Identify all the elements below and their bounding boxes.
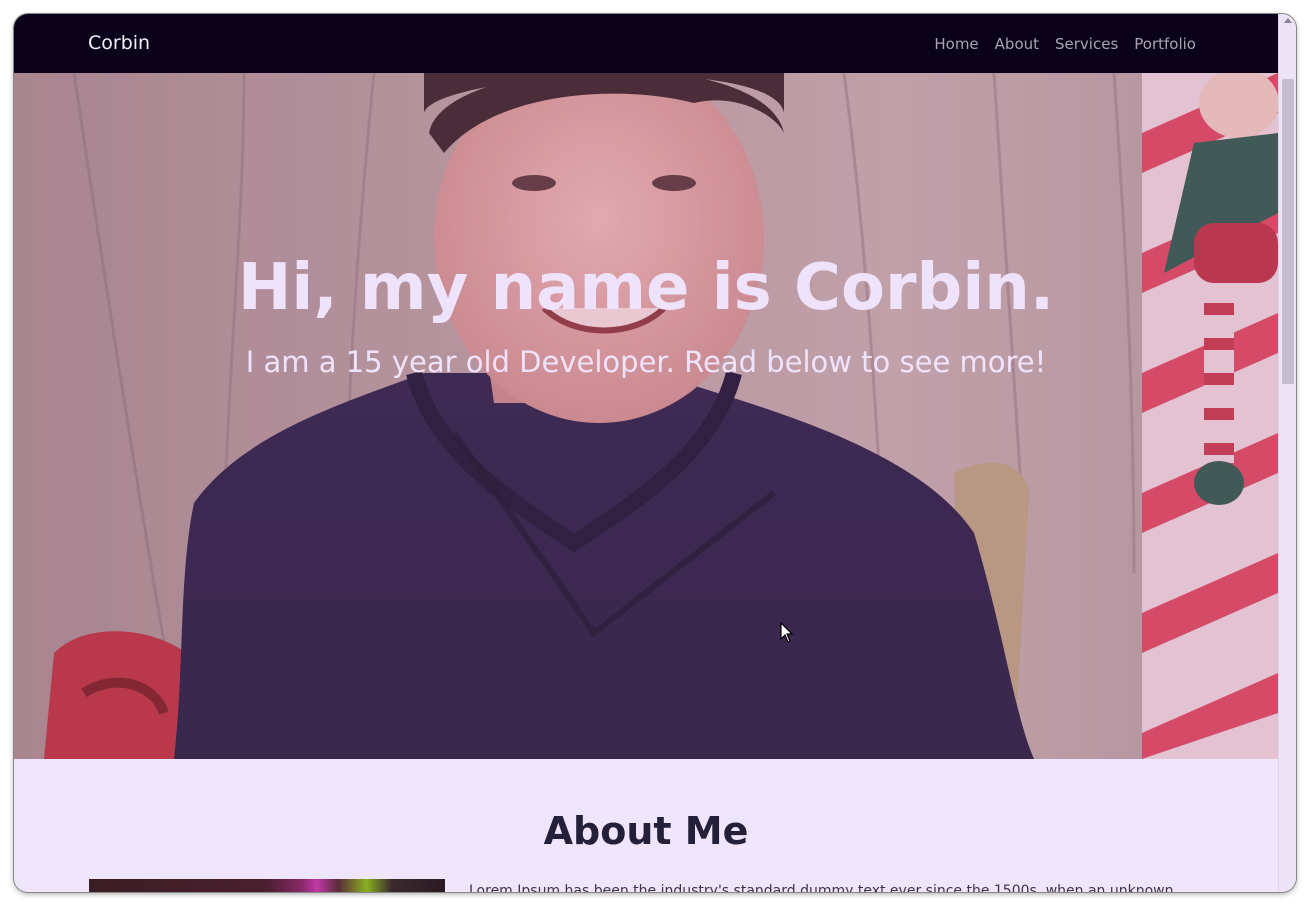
about-title: About Me [543,809,749,853]
nav-links: Home About Services Portfolio [934,35,1196,53]
hero-section: Hi, my name is Corbin. I am a 15 year ol… [14,73,1278,759]
about-section: About Me Lorem Ipsum has been the indust… [14,759,1278,892]
about-text: Lorem Ipsum has been the industry's stan… [469,883,1174,892]
navbar: Corbin Home About Services Portfolio [14,14,1278,73]
nav-services[interactable]: Services [1055,35,1118,53]
nav-home[interactable]: Home [934,35,978,53]
about-image [89,879,445,892]
nav-about[interactable]: About [995,35,1039,53]
hero-subtitle: I am a 15 year old Developer. Read below… [245,345,1047,379]
brand-link[interactable]: Corbin [88,32,150,54]
scroll-up-arrow-icon[interactable] [1284,18,1292,23]
hero-tint-overlay [14,73,1278,759]
hero-title: Hi, my name is Corbin. [237,251,1055,325]
scrollbar-thumb[interactable] [1282,79,1294,384]
nav-portfolio[interactable]: Portfolio [1134,35,1196,53]
browser-viewport: Corbin Home About Services Portfolio Hi,… [14,14,1296,892]
vertical-scrollbar[interactable] [1278,14,1296,892]
mouse-cursor-icon [780,622,794,643]
